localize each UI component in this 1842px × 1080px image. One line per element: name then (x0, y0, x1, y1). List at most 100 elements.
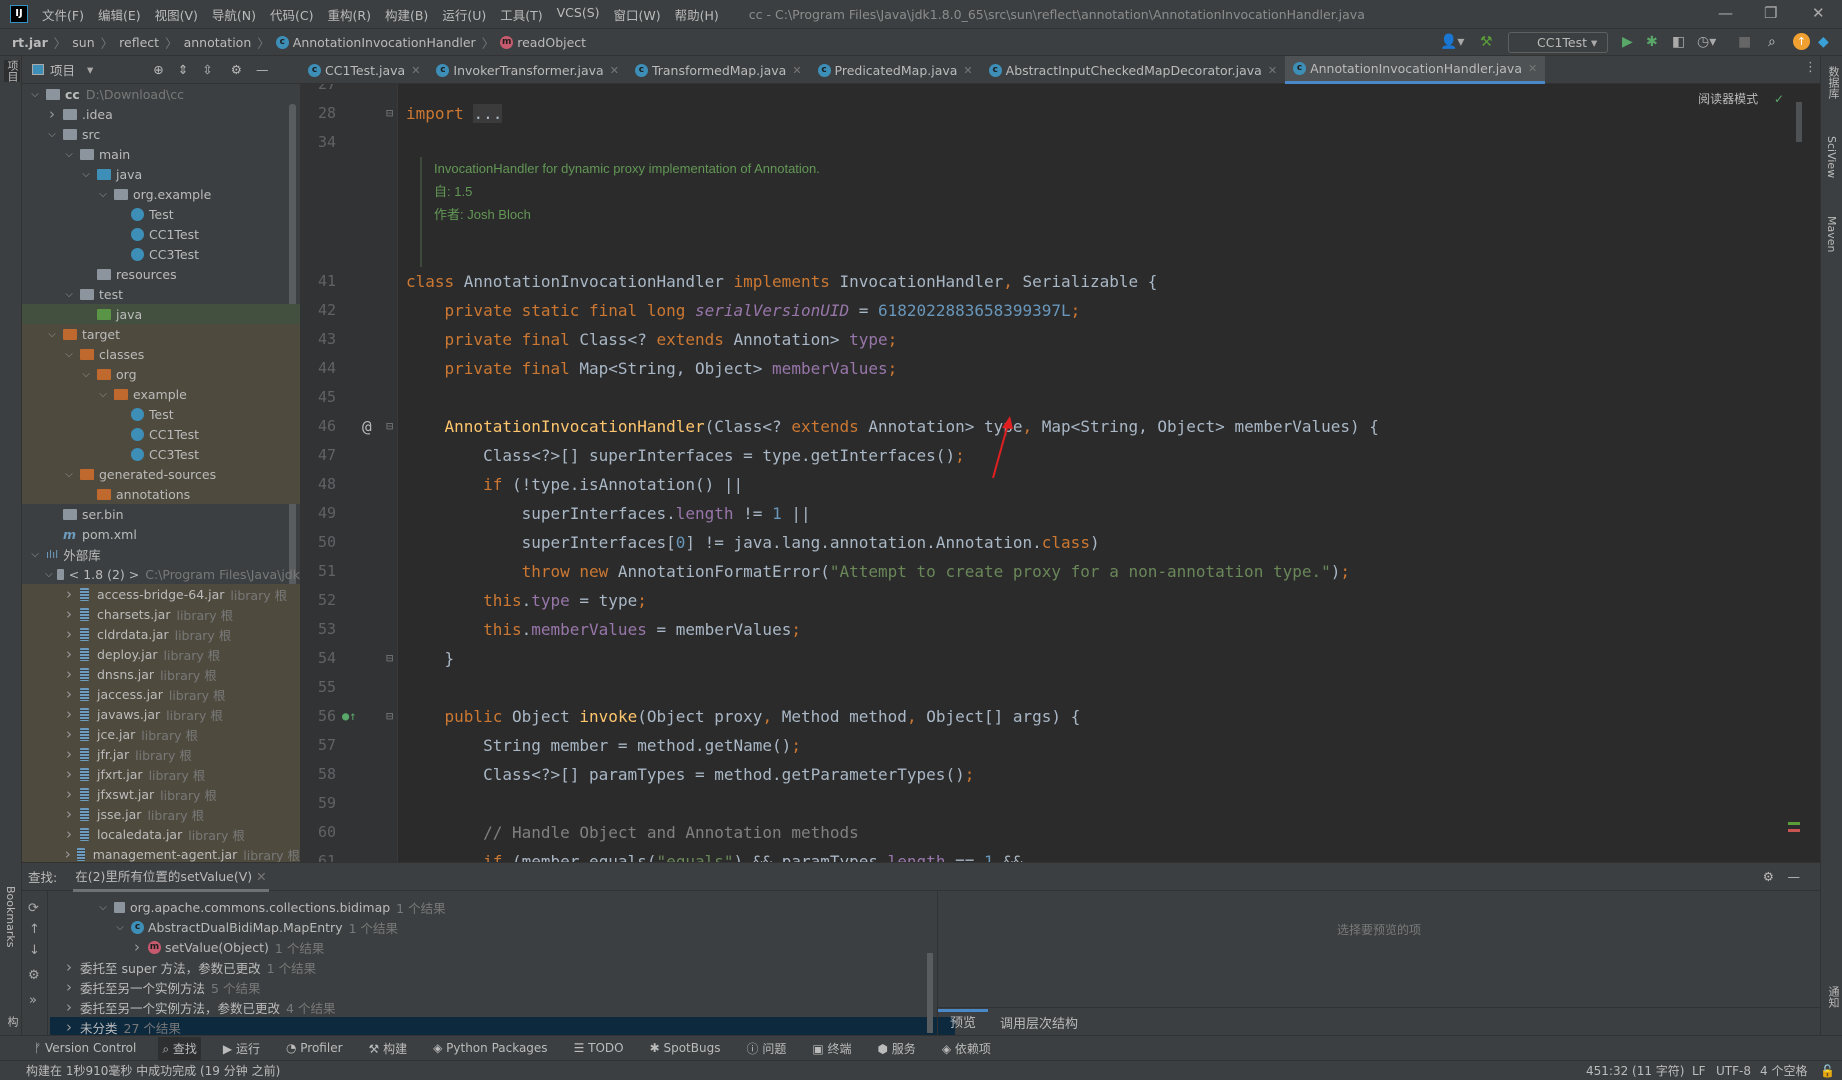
chevron-right-icon[interactable]: › (62, 805, 76, 823)
close-tab-icon[interactable]: ✕ (1268, 64, 1277, 77)
menu-item[interactable]: 导航(N) (212, 5, 256, 24)
tree-item[interactable]: › .idea (22, 104, 300, 124)
editor-tab[interactable]: c InvokerTransformer.java ✕ (428, 56, 627, 84)
tool-window-8[interactable]: ⓘ 问题 (742, 1037, 790, 1060)
chevron-down-icon[interactable]: ⌵ (28, 549, 42, 560)
tree-item[interactable]: ser.bin (22, 504, 300, 524)
result-item[interactable]: › 委托至另一个实例方法，参数已更改 4 个结果 (50, 997, 955, 1017)
more-tabs-icon[interactable]: ⋮ (1804, 60, 1817, 75)
code-line[interactable]: 55 (300, 673, 1800, 702)
code-line[interactable]: 28 import ... ⊟ (300, 99, 1800, 128)
chevron-right-icon[interactable]: › (62, 665, 76, 683)
code-line[interactable]: 45 (300, 383, 1800, 412)
code-line[interactable]: 59 (300, 789, 1800, 818)
tree-item[interactable]: m pom.xml (22, 524, 300, 544)
menu-item[interactable]: VCS(S) (557, 5, 600, 24)
chevron-right-icon[interactable]: › (62, 765, 76, 783)
tool-window-6[interactable]: ☰ TODO (570, 1038, 628, 1058)
menu-item[interactable]: 窗口(W) (614, 5, 661, 24)
menu-item[interactable]: 视图(V) (155, 5, 198, 24)
tree-item[interactable]: › cldrdata.jar library 根 (22, 624, 300, 644)
chevron-down-icon[interactable]: ⌵ (45, 329, 59, 340)
tool-window-0[interactable]: ᚠ Version Control (30, 1038, 140, 1058)
project-view-select[interactable]: 项目 (50, 60, 75, 79)
tree-item[interactable]: › javaws.jar library 根 (22, 704, 300, 724)
code-editor[interactable]: 27 28 import ... ⊟ 34 InvocationHandler for d… (300, 84, 1820, 862)
collapse-all-icon[interactable]: ⇳ (202, 62, 212, 77)
menu-item[interactable]: 帮助(H) (675, 5, 719, 24)
tree-item[interactable]: ⌵ src (22, 124, 300, 144)
result-item[interactable]: › 未分类 27 个结果 (50, 1017, 955, 1036)
rerun-icon[interactable]: ⟳ (28, 901, 47, 916)
find-tab[interactable]: 在(2)里所有位置的setValue(V) ✕ (73, 862, 269, 892)
chevron-down-icon[interactable]: ⌵ (62, 349, 76, 360)
chevron-down-icon[interactable]: ▾ (87, 62, 93, 77)
close-tab-icon[interactable]: ✕ (610, 64, 619, 77)
tool-window-11[interactable]: ◈ 依赖项 (938, 1037, 995, 1060)
previous-occurrence-icon[interactable]: ↑ (29, 922, 47, 937)
close-tab-icon[interactable]: ✕ (963, 64, 972, 77)
tree-item[interactable]: › jce.jar library 根 (22, 724, 300, 744)
tree-item[interactable]: › jsse.jar library 根 (22, 804, 300, 824)
tree-item[interactable]: ⌵ ılıl 外部库 (22, 544, 300, 564)
tree-item[interactable]: ⌵ test (22, 284, 300, 304)
breadcrumb-item[interactable]: sun 〉 (72, 33, 119, 52)
code-line[interactable]: 58 Class<?>[] paramTypes = method.getPar… (300, 760, 1800, 789)
chevron-right-icon[interactable]: › (62, 725, 76, 743)
code-line[interactable]: 42 private static final long serialVersi… (300, 296, 1800, 325)
editor-scrollbar[interactable] (1796, 102, 1802, 142)
chevron-down-icon[interactable]: ⌵ (113, 922, 127, 933)
tool-window-9[interactable]: ▣ 终端 (808, 1037, 855, 1060)
tree-item[interactable]: › jfr.jar library 根 (22, 744, 300, 764)
tree-item[interactable]: ⌵ generated-sources (22, 464, 300, 484)
chevron-right-icon[interactable]: › (130, 938, 144, 956)
chevron-down-icon[interactable]: ⌵ (62, 469, 76, 480)
database-tool-button[interactable]: 数据库 (1825, 66, 1841, 99)
tree-item[interactable]: › dnsns.jar library 根 (22, 664, 300, 684)
chevron-down-icon[interactable]: ⌵ (45, 129, 59, 140)
annotation-gutter-icon[interactable]: @ (362, 412, 372, 441)
tool-window-7[interactable]: ✱ SpotBugs (646, 1038, 725, 1058)
tree-item[interactable]: Test (22, 404, 300, 424)
menu-item[interactable]: 构建(B) (385, 5, 428, 24)
editor-tab[interactable]: c AbstractInputCheckedMapDecorator.java ✕ (981, 56, 1285, 84)
code-line[interactable]: 44 private final Map<String, Object> mem… (300, 354, 1800, 383)
tree-item[interactable]: CC1Test (22, 424, 300, 444)
tree-item[interactable]: Test (22, 204, 300, 224)
code-line[interactable]: 54 } ⊟ (300, 644, 1800, 673)
tool-window-4[interactable]: ⚒ 构建 (365, 1037, 412, 1060)
notifications-tool-button[interactable]: 通知 (1825, 986, 1841, 1008)
tree-item[interactable]: ⌵ java (22, 164, 300, 184)
code-line[interactable]: 46 AnnotationInvocationHandler(Class<? e… (300, 412, 1800, 441)
debug-icon[interactable]: ✱ (1646, 34, 1658, 50)
tree-item[interactable]: › management-agent.jar library 根 (22, 844, 300, 862)
tab-call-hierarchy[interactable]: 调用层次结构 (988, 1013, 1090, 1032)
code-line[interactable]: 47 Class<?>[] superInterfaces = type.get… (300, 441, 1800, 470)
chevron-right-icon[interactable]: › (62, 978, 76, 996)
tree-item[interactable]: ⌵ example (22, 384, 300, 404)
tree-item[interactable]: › jfxswt.jar library 根 (22, 784, 300, 804)
chevron-down-icon[interactable]: ⌵ (79, 369, 93, 380)
fold-icon[interactable]: ⊟ (386, 702, 393, 731)
menu-item[interactable]: 文件(F) (42, 5, 84, 24)
chevron-down-icon[interactable]: ⌵ (96, 389, 110, 400)
file-encoding[interactable]: UTF-8 (1716, 1064, 1751, 1078)
chevron-right-icon[interactable]: › (45, 105, 59, 123)
editor-tab[interactable]: c PredicatedMap.java ✕ (810, 56, 981, 84)
tree-item[interactable]: CC3Test (22, 244, 300, 264)
breadcrumb-item[interactable]: reflect 〉 (119, 33, 183, 52)
menu-item[interactable]: 工具(T) (500, 5, 542, 24)
close-tab-icon[interactable]: ✕ (1528, 62, 1537, 75)
gear-icon[interactable]: ⚙ (28, 968, 47, 983)
locate-icon[interactable]: ⊕ (153, 62, 163, 77)
update-icon[interactable]: ↑ (1793, 33, 1810, 50)
code-line[interactable]: 60 // Handle Object and Annotation metho… (300, 818, 1800, 847)
build-hammer-icon[interactable]: ⚒ (1480, 34, 1493, 50)
run-icon[interactable]: ▶ (1622, 34, 1633, 50)
tree-item[interactable]: ⌵ cc D:\Download\cc (22, 84, 300, 104)
fold-icon[interactable]: ⊟ (386, 412, 393, 441)
menu-item[interactable]: 编辑(E) (98, 5, 141, 24)
run-config-select[interactable]: CC1Test ▾ (1508, 32, 1608, 53)
code-line[interactable]: 51 throw new AnnotationFormatError("Atte… (300, 557, 1800, 586)
tool-window-3[interactable]: ◔ Profiler (282, 1038, 347, 1058)
